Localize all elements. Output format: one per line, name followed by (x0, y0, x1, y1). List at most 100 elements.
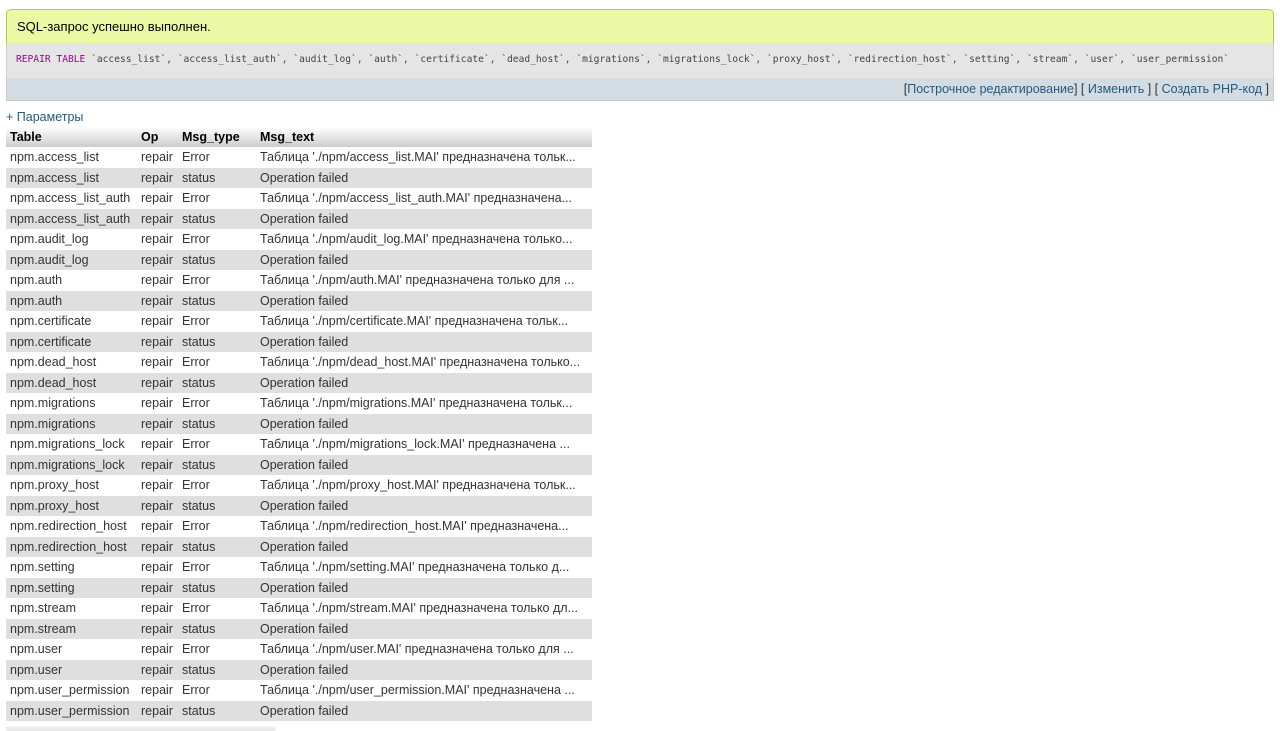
sql-table-name: certificate (420, 54, 484, 65)
cell-msg-text: Operation failed (256, 495, 592, 516)
cell-table: npm.proxy_host (6, 495, 137, 516)
cell-msg-type: status (178, 454, 256, 475)
cell-op: repair (137, 331, 178, 352)
column-header-op[interactable]: Op (137, 127, 178, 147)
cell-table: npm.setting (6, 557, 137, 578)
cell-op: repair (137, 208, 178, 229)
table-row: npm.audit_log repair status Operation faile… (6, 249, 592, 270)
cell-table: npm.dead_host (6, 352, 137, 373)
cell-table: npm.redirection_host (6, 516, 137, 537)
results-body: npm.access_list repair Error Таблица './npm… (6, 147, 592, 721)
cell-msg-type: Error (178, 639, 256, 660)
cell-op: repair (137, 311, 178, 332)
sql-table-name: migrations (582, 54, 640, 65)
cell-op: repair (137, 413, 178, 434)
cell-msg-text: Operation failed (256, 208, 592, 229)
table-row: npm.access_list repair status Operation fai… (6, 167, 592, 188)
cell-op: repair (137, 536, 178, 557)
cell-table: npm.user (6, 639, 137, 660)
cell-op: repair (137, 495, 178, 516)
options-toggle-link[interactable]: + Параметры (6, 109, 83, 125)
cell-msg-type: Error (178, 598, 256, 619)
cell-msg-text: Таблица './npm/auth.MAI' предназначена т… (256, 270, 592, 291)
cell-op: repair (137, 270, 178, 291)
cell-msg-type: status (178, 495, 256, 516)
cell-msg-text: Таблица './npm/redirection_host.MAI' пре… (256, 516, 592, 537)
sql-table-name: proxy_host (772, 54, 831, 65)
cell-msg-type: Error (178, 352, 256, 373)
table-row: npm.stream repair Error Таблица './npm/stre… (6, 598, 592, 619)
cell-op: repair (137, 516, 178, 537)
cell-msg-type: Error (178, 147, 256, 168)
table-row: npm.proxy_host repair Error Таблица './npm/… (6, 475, 592, 496)
cell-op: repair (137, 577, 178, 598)
table-row: npm.redirection_host repair Error Таблица '… (6, 516, 592, 537)
sql-table-name: access_list_auth (183, 54, 276, 65)
cell-table: npm.migrations (6, 413, 137, 434)
cell-msg-text: Таблица './npm/stream.MAI' предназначена… (256, 598, 592, 619)
create-php-code-link[interactable]: Создать PHP-код (1162, 82, 1262, 96)
cell-msg-type: Error (178, 680, 256, 701)
cell-table: npm.redirection_host (6, 536, 137, 557)
cell-msg-text: Operation failed (256, 413, 592, 434)
cell-table: npm.audit_log (6, 249, 137, 270)
cell-op: repair (137, 352, 178, 373)
sql-table-name: user_permission (1136, 54, 1224, 65)
cell-msg-type: Error (178, 393, 256, 414)
sql-table-name: access_list (96, 54, 161, 65)
table-row: npm.access_list repair Error Таблица './npm… (6, 147, 592, 168)
sql-table-name: dead_host (507, 54, 560, 65)
cell-op: repair (137, 598, 178, 619)
cell-table: npm.certificate (6, 331, 137, 352)
cell-op: repair (137, 372, 178, 393)
table-row: npm.user_permission repair Error Таблица '.… (6, 680, 592, 701)
sql-table-name: setting (969, 54, 1010, 65)
cell-table: npm.access_list_auth (6, 188, 137, 209)
cell-msg-type: Error (178, 475, 256, 496)
cell-op: repair (137, 475, 178, 496)
cell-msg-text: Таблица './npm/dead_host.MAI' предназнач… (256, 352, 592, 373)
sql-table-name: user (1090, 54, 1114, 65)
cell-msg-type: status (178, 249, 256, 270)
table-row: npm.dead_host repair Error Таблица './npm/d… (6, 352, 592, 373)
cell-table: npm.audit_log (6, 229, 137, 250)
edit-link[interactable]: Изменить (1088, 82, 1144, 96)
cell-msg-text: Таблица './npm/setting.MAI' предназначен… (256, 557, 592, 578)
cell-msg-type: Error (178, 229, 256, 250)
cell-msg-type: Error (178, 270, 256, 291)
cell-msg-text: Operation failed (256, 454, 592, 475)
cell-op: repair (137, 249, 178, 270)
results-header-row: Table Op Msg_type Msg_text (6, 127, 592, 147)
sql-keyword: REPAIR TABLE (16, 54, 86, 65)
column-header-table[interactable]: Table (6, 127, 137, 147)
sql-table-name: audit_log (299, 54, 352, 65)
column-header-msg-text[interactable]: Msg_text (256, 127, 592, 147)
cell-msg-type: Error (178, 434, 256, 455)
cell-table: npm.migrations (6, 393, 137, 414)
table-row: npm.migrations repair Error Таблица './npm/… (6, 393, 592, 414)
sql-table-name: migrations_lock (663, 54, 750, 65)
cell-msg-text: Operation failed (256, 536, 592, 557)
table-row: npm.redirection_host repair status Operatio… (6, 536, 592, 557)
horizontal-scrollbar[interactable] (6, 726, 276, 731)
table-row: npm.stream repair status Operation failed (6, 618, 592, 639)
cell-msg-text: Operation failed (256, 331, 592, 352)
query-tools-bar: [Построчное редактирование] [ Изменить ]… (6, 78, 1274, 101)
cell-msg-type: status (178, 290, 256, 311)
column-header-msg-type[interactable]: Msg_type (178, 127, 256, 147)
cell-op: repair (137, 639, 178, 660)
sql-table-name: redirection_host (853, 54, 947, 65)
cell-msg-text: Таблица './npm/access_list.MAI' предназн… (256, 147, 592, 168)
cell-op: repair (137, 659, 178, 680)
cell-msg-type: status (178, 331, 256, 352)
cell-op: repair (137, 393, 178, 414)
cell-msg-text: Operation failed (256, 372, 592, 393)
table-row: npm.proxy_host repair status Operation fail… (6, 495, 592, 516)
table-row: npm.dead_host repair status Operation faile… (6, 372, 592, 393)
cell-table: npm.auth (6, 270, 137, 291)
cell-msg-text: Operation failed (256, 249, 592, 270)
inline-edit-link[interactable]: Построчное редактирование (907, 82, 1074, 96)
cell-msg-type: status (178, 577, 256, 598)
table-row: npm.user_permission repair status Operation… (6, 700, 592, 721)
cell-table: npm.setting (6, 577, 137, 598)
